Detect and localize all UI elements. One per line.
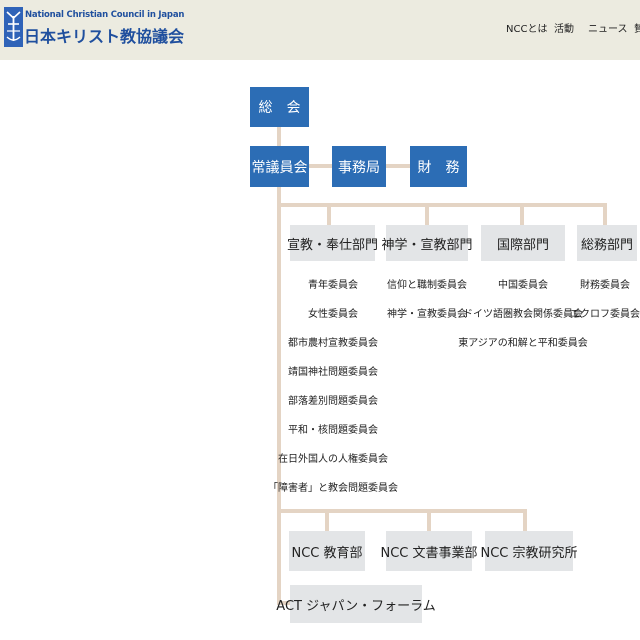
committee-yasukuni: 靖国神社問題委員会 [288, 367, 378, 378]
department-mission-service: 宣教・奉仕部門 [287, 225, 378, 261]
connector-dept-1 [327, 203, 331, 225]
ncc-logo-icon[interactable] [4, 7, 23, 47]
affiliate-education: NCC 教育部 [289, 531, 365, 571]
nav-item-news[interactable]: ニュース [588, 20, 628, 35]
nav-item-truncated[interactable]: 賛 [634, 20, 640, 35]
nav-item-activities[interactable]: 活動 [554, 20, 574, 35]
affiliate-publications: NCC 文書事業部 [381, 531, 478, 571]
department-general-affairs: 総務部門 [577, 225, 637, 261]
department-international: 国際部門 [481, 225, 565, 261]
nav-item-about[interactable]: NCCとは [506, 20, 547, 35]
committee-buraku-discrimination: 部落差別問題委員会 [288, 396, 378, 407]
committee-women: 女性委員会 [308, 309, 358, 320]
connector-affiliates-bar [277, 509, 527, 513]
logo-japanese-name[interactable]: 日本キリスト教協議会 [24, 23, 184, 47]
committee-faith-order: 信仰と職制委員会 [387, 280, 467, 291]
connector-standing-to-secretariat [309, 164, 332, 168]
committee-finance: 財務委員会 [580, 280, 630, 291]
connector-affiliate-1 [325, 509, 329, 531]
committee-ekrof: エクロフ委員会 [570, 309, 640, 320]
committee-theology-mission: 神学・宣教委員会 [387, 309, 467, 320]
finance-box: 財 務 [410, 146, 467, 187]
standing-committee-box: 常議員会 [250, 146, 309, 187]
committee-china: 中国委員会 [498, 280, 548, 291]
general-assembly-box: 総 会 [250, 87, 309, 127]
committee-east-asia-reconciliation: 東アジアの和解と平和委員会 [458, 338, 588, 349]
connector-general-to-standing [277, 127, 281, 146]
committee-youth: 青年委員会 [308, 280, 358, 291]
connector-dept-3 [520, 203, 524, 225]
connector-secretariat-to-finance [386, 164, 410, 168]
connector-dept-2 [425, 203, 429, 225]
connector-main-trunk [277, 187, 281, 605]
committee-foreign-residents-rights: 在日外国人の人権委員会 [278, 454, 388, 465]
connector-dept-4 [603, 203, 607, 225]
secretariat-box: 事務局 [332, 146, 386, 187]
department-theology-mission: 神学・宣教部門 [382, 225, 473, 261]
committee-urban-rural-mission: 都市農村宣教委員会 [288, 338, 378, 349]
site-header: National Christian Council in Japan 日本キリ… [0, 0, 640, 60]
connector-affiliate-3 [523, 509, 527, 531]
committee-peace-nuclear: 平和・核問題委員会 [288, 425, 378, 436]
committee-disability-church: 「障害者」と教会問題委員会 [268, 483, 398, 494]
affiliate-religious-research: NCC 宗教研究所 [481, 531, 578, 571]
forum-box: ACT ジャパン・フォーラム [276, 585, 436, 623]
logo-english-name[interactable]: National Christian Council in Japan [25, 10, 184, 20]
connector-affiliate-2 [427, 509, 431, 531]
committee-german-speaking-churches: ドイツ語圏教会関係委員会 [463, 309, 583, 320]
